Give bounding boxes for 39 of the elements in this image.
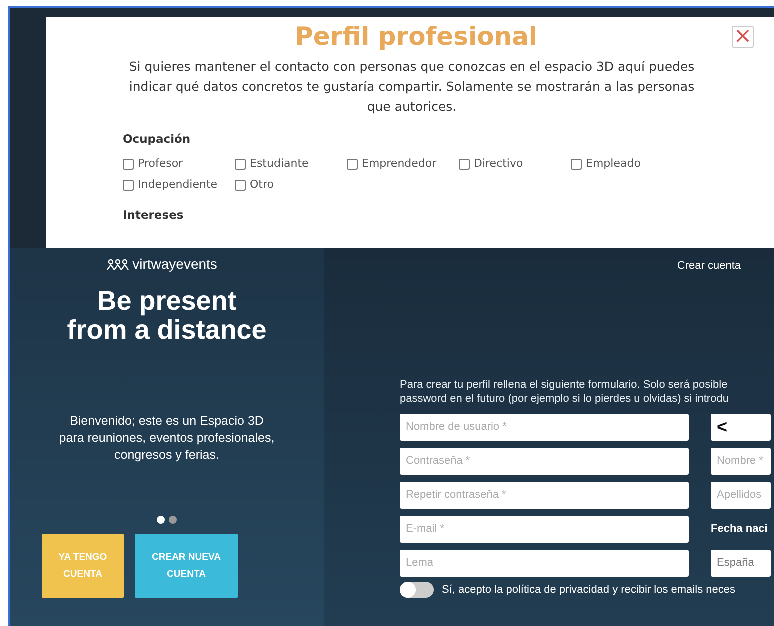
section-heading: Ocupación — [123, 131, 192, 148]
consent-label: Sí, acepto la política de privacidad y recibir los emails neces — [442, 582, 736, 598]
checkbox[interactable] — [123, 159, 134, 170]
close-button[interactable]: × — [732, 26, 754, 48]
input-field[interactable]: Repetir contraseña * — [400, 482, 689, 508]
checkbox[interactable] — [235, 159, 246, 170]
back-button[interactable]: < — [711, 414, 771, 440]
toggle-switch[interactable] — [400, 582, 434, 598]
input-field[interactable]: Nombre * — [711, 448, 771, 474]
country-field[interactable]: España — [711, 550, 771, 576]
checkbox-label[interactable]: Emprendedor — [362, 156, 437, 173]
intro-text: Si quieres mantener el contacto con personas que conozcas en el espacio 3D aquí puedes indicar qué datos concretos te gustaría compartir. Solamente se mostrarán a las personas que autorices. — [128, 58, 696, 116]
checkbox[interactable] — [123, 180, 134, 190]
checkbox[interactable] — [347, 159, 358, 170]
welcome-text: Bienvenido; este es un Espacio 3D para reuniones, eventos profesionales, congresos y ferias. — [58, 413, 276, 464]
checkbox-label[interactable]: Profesor — [138, 156, 184, 173]
checkbox-label[interactable]: Estudiante — [250, 156, 309, 173]
modal-title: Perfil profesional — [295, 21, 538, 53]
logo-text: virtwayevents — [132, 255, 218, 274]
checkbox-label[interactable]: Otro — [250, 176, 274, 194]
headline: Be present from a distance — [67, 287, 267, 345]
checkbox-label[interactable]: Directivo — [474, 156, 524, 173]
checkbox-label[interactable]: Independiente — [138, 176, 218, 194]
input-field[interactable]: Contraseña * — [400, 448, 689, 474]
nav-link[interactable]: Crear cuenta — [677, 258, 741, 274]
checkbox[interactable] — [459, 159, 470, 170]
checkbox-label[interactable]: Empleado — [586, 156, 641, 173]
input-field[interactable]: Nombre de usuario * — [400, 414, 689, 440]
checkbox[interactable] — [235, 180, 246, 190]
checkbox[interactable] — [571, 159, 582, 170]
input-field[interactable]: Apellidos — [711, 482, 771, 508]
input-field[interactable]: Lema — [400, 550, 689, 576]
carousel-dot[interactable] — [157, 516, 165, 524]
input-field[interactable]: E-mail * — [400, 516, 689, 542]
section-heading: Intereses — [123, 207, 185, 224]
carousel-dot[interactable] — [169, 516, 177, 524]
people-icon — [106, 258, 129, 270]
form-intro-text: Para crear tu perfil rellena el siguiente formulario. Solo será posible password en el futuro (por ejemplo si lo pierdes u olvidas) si introdu — [400, 378, 730, 406]
field-label: Fecha naci — [711, 522, 769, 536]
